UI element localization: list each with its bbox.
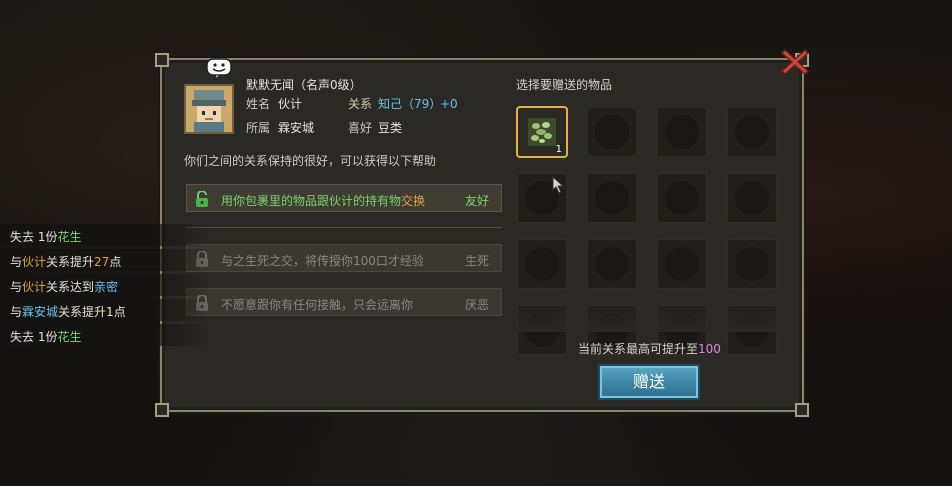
log-entry: 与伙计关系达到亲密 (0, 274, 210, 296)
benefit-text: 不愿意跟你有任何接触，只会远离你 (221, 298, 414, 312)
unlock-icon (196, 191, 208, 207)
log-text: 与伙计关系提升27点 (10, 253, 121, 270)
name-label: 姓名 (246, 97, 271, 111)
item-slot[interactable] (656, 172, 708, 224)
faction-label: 所属 (246, 121, 271, 135)
npc-avatar (184, 84, 234, 134)
log-value: 亲密 (94, 280, 119, 294)
log-npc: 伙计 (22, 255, 47, 269)
benefit-text: 与之生死之交，将传授你100口才经验 (221, 254, 424, 268)
log-text: 失去 1份花生 (10, 328, 81, 345)
npc-portrait-icon (186, 86, 232, 132)
item-count: 1 (555, 144, 562, 155)
item-slot[interactable] (516, 238, 568, 290)
benefit-row: 用你包裹里的物品跟伙计的持有物交换 友好 (186, 184, 502, 212)
log-value: 1 (106, 305, 114, 319)
frame-corner (155, 403, 169, 417)
benefit-tag: 厌恶 (464, 298, 489, 312)
max-relation-label: 当前关系最高可提升至 (578, 342, 699, 356)
peanut-item-icon (528, 118, 556, 146)
item-slot[interactable] (586, 238, 638, 290)
log-item: 花生 (57, 330, 82, 344)
mouse-cursor-icon (552, 176, 565, 194)
benefit-row: 不愿意跟你有任何接触，只会远离你 厌恶 (186, 288, 502, 316)
npc-faction: 霖安城 (278, 121, 315, 135)
close-icon[interactable] (779, 46, 811, 78)
log-entry: 与霖安城关系提升1点 (0, 299, 210, 321)
gift-button[interactable]: 赠送 (598, 364, 700, 400)
relation-points: （79） (402, 97, 442, 111)
log-text: 与伙计关系达到亲密 (10, 278, 118, 295)
log-text: 失去 1份花生 (10, 228, 81, 245)
item-slot[interactable] (656, 238, 708, 290)
log-item: 花生 (57, 230, 82, 244)
item-slot[interactable] (586, 106, 638, 158)
npc-name: 伙计 (278, 97, 303, 111)
relation-status: 知己 (378, 97, 403, 111)
log-text-part: 关系提升 (58, 305, 107, 319)
benefit-tag: 生死 (464, 254, 489, 268)
relation-bonus: +0 (440, 97, 458, 111)
log-entry: 失去 1份花生 (0, 224, 210, 246)
log-text-part: 与 (10, 255, 23, 269)
log-text: 与霖安城关系提升1点 (10, 303, 126, 320)
item-slot-selected[interactable]: 1 (516, 106, 568, 158)
benefit-text-highlight: 交换 (401, 194, 426, 208)
item-slot[interactable] (656, 106, 708, 158)
item-slot[interactable] (586, 172, 638, 224)
log-text-part: 关系提升 (46, 255, 95, 269)
npc-hobby: 豆类 (378, 121, 403, 135)
benefit-tag: 友好 (464, 194, 489, 208)
benefit-text: 用你包裹里的物品跟伙计的持有物交换 (221, 192, 425, 209)
gift-grid-title: 选择要赠送的物品 (516, 78, 613, 92)
item-slot[interactable] (726, 106, 778, 158)
log-value: 27 (94, 255, 110, 269)
max-relation-text: 当前关系最高可提升至100 (578, 342, 721, 356)
frame-corner (155, 53, 169, 67)
item-slot[interactable] (726, 238, 778, 290)
log-npc: 伙计 (22, 280, 47, 294)
log-text-part: 失去 1份 (10, 330, 58, 344)
log-text-part: 与 (10, 280, 23, 294)
log-text-part: 关系达到 (46, 280, 95, 294)
log-text-part: 点 (113, 305, 126, 319)
benefit-text-main: 用你包裹里的物品跟伙计的持有物 (221, 194, 402, 208)
grid-scroll-fade (512, 300, 796, 332)
item-slot[interactable] (726, 172, 778, 224)
divider (186, 227, 502, 228)
benefit-row: 与之生死之交，将传授你100口才经验 生死 (186, 244, 502, 272)
relation-description: 你们之间的关系保持的很好，可以获得以下帮助 (184, 154, 437, 168)
npc-title: 默默无闻（名声0级） (246, 78, 362, 92)
log-entry: 与伙计关系提升27点 (0, 249, 210, 271)
max-relation-value: 100 (698, 342, 721, 356)
speech-bubble-icon (206, 58, 232, 80)
log-text-part: 与 (10, 305, 23, 319)
log-text-part: 点 (109, 255, 122, 269)
log-entry: 失去 1份花生 (0, 324, 210, 346)
log-faction: 霖安城 (22, 305, 59, 319)
relation-label: 关系 (348, 97, 373, 111)
log-text-part: 失去 1份 (10, 230, 58, 244)
frame-corner (795, 403, 809, 417)
hobby-label: 喜好 (348, 121, 373, 135)
